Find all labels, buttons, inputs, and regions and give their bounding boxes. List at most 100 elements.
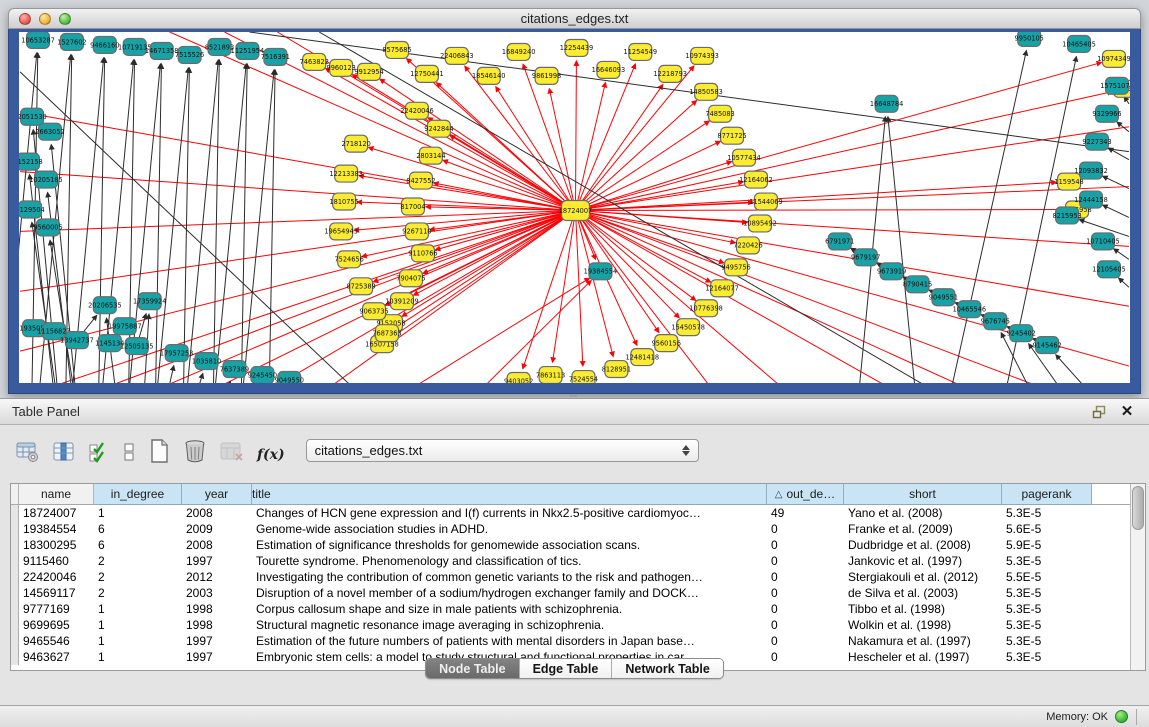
graph-node[interactable]: 7524656 — [334, 251, 363, 268]
window-titlebar[interactable]: citations_edges.txt — [8, 8, 1141, 29]
graph-node[interactable]: 11251954 — [231, 42, 264, 59]
graph-node[interactable]: 15450578 — [671, 319, 704, 336]
tab-network-table[interactable]: Network Table — [611, 659, 723, 678]
graph-node[interactable]: 22420046 — [400, 102, 433, 119]
table-cell[interactable]: 0 — [767, 553, 844, 569]
table-cell[interactable]: 0 — [767, 521, 844, 537]
scrollbar-thumb[interactable] — [1132, 486, 1144, 530]
table-cell[interactable]: Disruption of a novel member of a sodium… — [252, 585, 767, 601]
graph-node[interactable]: 19975887 — [108, 318, 141, 335]
graph-node[interactable]: 8575685 — [382, 41, 411, 58]
graph-node[interactable]: 7463822 — [300, 53, 329, 70]
graph-node[interactable]: 7863113 — [536, 367, 565, 383]
column-header-title[interactable]: title — [252, 484, 767, 505]
graph-node[interactable]: 10465405 — [1062, 35, 1095, 52]
graph-node[interactable]: 2051530 — [19, 108, 47, 125]
table-cell[interactable]: Corpus callosum shape and size in male p… — [252, 601, 767, 617]
graph-node[interactable]: 1035810 — [192, 353, 221, 370]
table-row[interactable]: 1830029562008Estimation of significance … — [11, 537, 1145, 553]
graph-node[interactable]: 8790415 — [903, 276, 932, 293]
graph-node[interactable]: 9245450 — [248, 367, 277, 383]
table-cell[interactable]: 1 — [94, 617, 182, 633]
table-cell[interactable]: 6 — [94, 537, 182, 553]
table-cell[interactable]: Tibbo et al. (1998) — [844, 601, 1002, 617]
graph-node[interactable]: 10710405 — [1086, 233, 1119, 250]
graph-node[interactable]: 9227343 — [1082, 133, 1111, 150]
graph-node[interactable]: 12254439 — [560, 39, 593, 56]
table-cell[interactable]: 2008 — [182, 505, 252, 521]
graph-node[interactable]: 12750441 — [410, 65, 443, 82]
graph-node[interactable]: 9679197 — [851, 249, 880, 266]
graph-node[interactable]: 8129504 — [19, 201, 45, 218]
graph-node[interactable]: 20206535 — [88, 297, 121, 314]
graph-node[interactable]: 2663052 — [35, 123, 64, 140]
table-cell[interactable]: 1 — [94, 633, 182, 649]
table-cell[interactable]: 2 — [94, 585, 182, 601]
table-cell[interactable]: 5.3E-5 — [1002, 601, 1092, 617]
table-cell[interactable]: 0 — [767, 585, 844, 601]
graph-node[interactable]: 9466160 — [90, 36, 119, 53]
graph-node[interactable]: 15751074 — [1100, 77, 1130, 94]
float-panel-icon[interactable] — [1089, 403, 1109, 421]
graph-node[interactable]: 2803144 — [416, 147, 445, 164]
graph-node[interactable]: 9960123 — [327, 59, 356, 76]
table-cell[interactable]: Structural magnetic resonance image aver… — [252, 617, 767, 633]
table-cell[interactable]: 6 — [94, 521, 182, 537]
graph-node[interactable]: 8427552 — [406, 172, 435, 189]
table-cell[interactable]: Yano et al. (2008) — [844, 505, 1002, 521]
table-row[interactable]: 911546021997Tourette syndrome. Phenomeno… — [11, 553, 1145, 569]
table-row[interactable]: 946554611997Estimation of the future num… — [11, 633, 1145, 649]
column-header-pagerank[interactable]: pagerank — [1002, 484, 1092, 505]
graph-node[interactable]: 9912954 — [354, 63, 383, 80]
table-cell[interactable]: 9777169 — [19, 601, 94, 617]
graph-node[interactable]: 7516391 — [261, 48, 290, 65]
table-cell[interactable]: 1 — [94, 505, 182, 521]
table-cell[interactable]: Estimation of the future numbers of pati… — [252, 633, 767, 649]
new-file-icon[interactable] — [148, 437, 170, 463]
graph-node[interactable]: 1527602 — [57, 33, 86, 50]
graph-node[interactable]: 10653287 — [21, 32, 54, 48]
table-cell[interactable]: 1997 — [182, 633, 252, 649]
table-row[interactable]: 1938455462009Genome-wide association stu… — [11, 521, 1145, 537]
graph-node[interactable]: 9861998 — [532, 67, 561, 84]
table-cell[interactable]: 0 — [767, 537, 844, 553]
table-cell[interactable]: 0 — [767, 601, 844, 617]
graph-node[interactable]: 9676745 — [981, 313, 1010, 330]
table-cell[interactable]: 0 — [767, 633, 844, 649]
graph-node[interactable]: 19384554 — [584, 263, 617, 280]
graph-node[interactable]: 10974349 — [1097, 50, 1130, 67]
table-cell[interactable]: Nakamura et al. (1997) — [844, 633, 1002, 649]
graph-node[interactable]: 7515526 — [175, 46, 204, 63]
column-header-indegree[interactable]: in_degree — [94, 484, 182, 505]
graph-node[interactable]: 10205185 — [29, 171, 62, 188]
zoom-window-button[interactable] — [59, 13, 71, 25]
table-cell[interactable]: 14569117 — [19, 585, 94, 601]
table-cell[interactable]: 5.3E-5 — [1002, 553, 1092, 569]
graph-node[interactable]: 11254549 — [624, 43, 657, 60]
column-header-name[interactable]: name — [19, 484, 94, 505]
table-cell[interactable]: Franke et al. (2009) — [844, 521, 1002, 537]
graph-node[interactable]: 9267110 — [402, 223, 431, 240]
graph-node[interactable]: 9329966 — [1092, 105, 1121, 122]
graph-hub-node[interactable]: 18724007 — [559, 201, 592, 221]
delete-icon[interactable] — [183, 437, 207, 463]
table-cell[interactable]: Changes of HCN gene expression and I(f) … — [252, 505, 767, 521]
close-window-button[interactable] — [19, 13, 31, 25]
table-settings-icon[interactable] — [16, 437, 40, 463]
graph-node[interactable]: 16648784 — [870, 95, 903, 112]
column-header-outde[interactable]: △out_de… — [767, 484, 844, 505]
table-cell[interactable]: 5.3E-5 — [1002, 633, 1092, 649]
table-cell[interactable]: Tourette syndrome. Phenomenology and cla… — [252, 553, 767, 569]
table-cell[interactable]: Genome-wide association studies in ADHD. — [252, 521, 767, 537]
table-cell[interactable]: 5.9E-5 — [1002, 537, 1092, 553]
table-cell[interactable]: Investigating the contribution of common… — [252, 569, 767, 585]
graph-node[interactable]: 9673919 — [877, 263, 906, 280]
table-cell[interactable]: 1 — [94, 601, 182, 617]
table-cell[interactable]: 0 — [767, 617, 844, 633]
table-cell[interactable]: 5.5E-5 — [1002, 569, 1092, 585]
graph-node[interactable]: 9049550 — [275, 372, 304, 383]
table-cell[interactable]: 2003 — [182, 585, 252, 601]
function-builder-icon[interactable]: f(x) — [257, 437, 285, 463]
graph-node[interactable]: 9495756 — [721, 259, 750, 276]
table-cell[interactable]: 1997 — [182, 553, 252, 569]
